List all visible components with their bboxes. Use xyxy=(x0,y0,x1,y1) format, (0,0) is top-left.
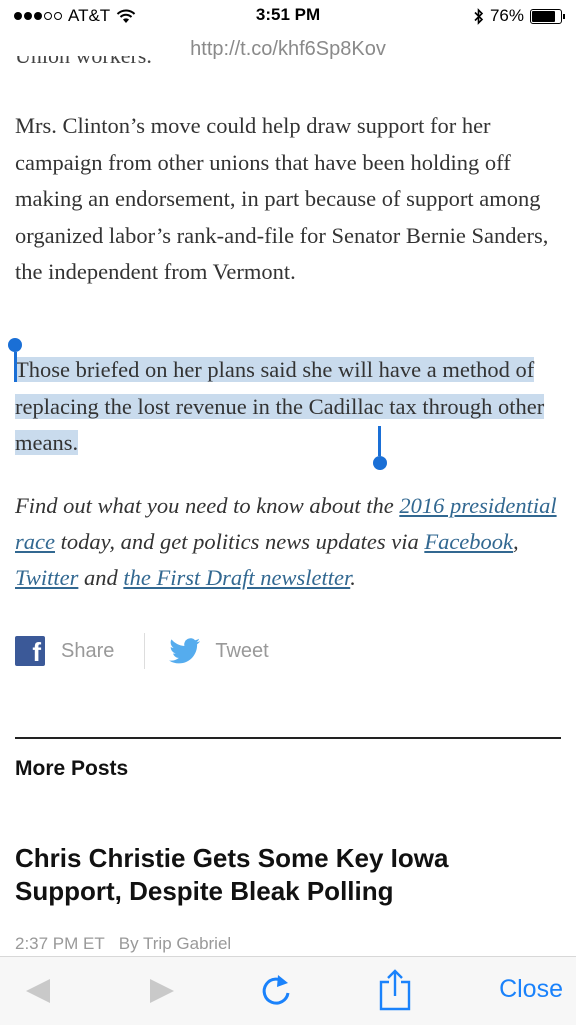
tweet-button[interactable]: Tweet xyxy=(215,640,268,663)
twitter-icon[interactable] xyxy=(169,638,201,664)
reload-icon[interactable] xyxy=(258,971,294,1009)
bluetooth-icon xyxy=(474,7,484,25)
article-paragraph: Mrs. Clinton’s move could help draw supp… xyxy=(15,113,549,284)
text-selection[interactable]: Those briefed on her plans said she will… xyxy=(15,357,545,455)
twitter-link[interactable]: Twitter xyxy=(15,565,78,590)
status-right: 76% xyxy=(474,6,565,26)
close-button[interactable]: Close xyxy=(499,975,563,1004)
more-posts-heading: More Posts xyxy=(15,757,129,780)
newsletter-promo: Find out what you need to know about the… xyxy=(15,493,557,590)
post-time: 2:37 PM ET xyxy=(15,934,105,953)
facebook-share-button[interactable]: Share xyxy=(61,640,114,663)
browser-toolbar: Close xyxy=(0,956,576,1025)
selection-start-handle[interactable] xyxy=(8,338,22,382)
post-meta: 2:37 PM ET By Trip Gabriel xyxy=(15,934,231,954)
first-draft-newsletter-link[interactable]: the First Draft newsletter xyxy=(123,565,350,590)
post-byline: By Trip Gabriel xyxy=(118,934,232,953)
forward-icon[interactable] xyxy=(150,979,174,1003)
facebook-link[interactable]: Facebook xyxy=(424,529,513,554)
share-divider xyxy=(144,633,146,669)
share-icon[interactable] xyxy=(378,969,412,1011)
clipped-previous-text: Union workers. xyxy=(15,56,152,76)
back-icon[interactable] xyxy=(26,979,50,1003)
section-divider xyxy=(15,737,561,739)
post-title-link[interactable]: Chris Christie Gets Some Key Iowa Suppor… xyxy=(15,842,535,908)
status-bar: AT&T 3:51 PM 76% xyxy=(0,0,576,34)
facebook-icon[interactable]: f xyxy=(15,636,45,666)
share-row: f Share Tweet xyxy=(15,633,269,669)
battery-icon xyxy=(530,8,565,24)
battery-percent: 76% xyxy=(489,6,524,25)
selection-end-handle[interactable] xyxy=(373,426,387,470)
selected-paragraph[interactable]: Those briefed on her plans said she will… xyxy=(15,352,560,462)
